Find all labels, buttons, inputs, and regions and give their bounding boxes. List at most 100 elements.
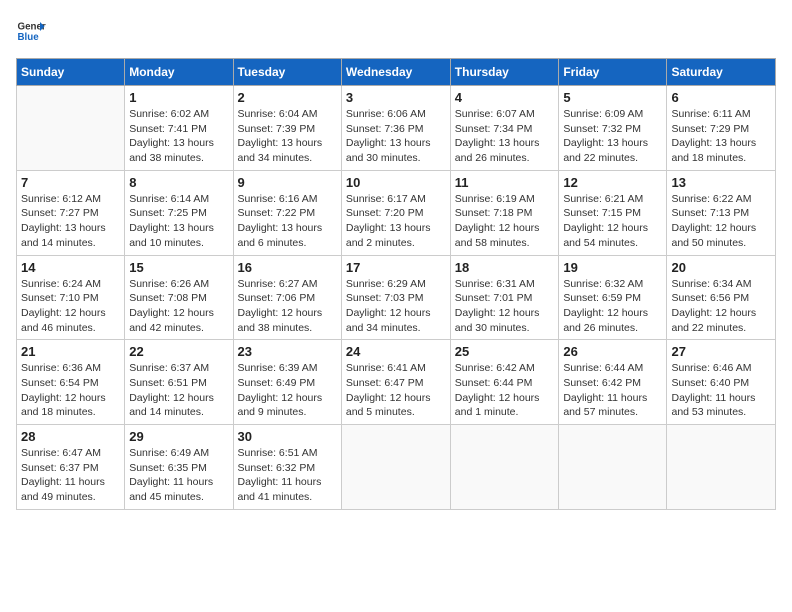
calendar-cell: 2 Sunrise: 6:04 AMSunset: 7:39 PMDaylight… <box>233 86 341 171</box>
calendar-cell: 22 Sunrise: 6:37 AMSunset: 6:51 PMDayligh… <box>125 340 233 425</box>
calendar-cell: 3 Sunrise: 6:06 AMSunset: 7:36 PMDaylight… <box>341 86 450 171</box>
calendar-cell <box>667 425 776 510</box>
calendar-cell: 11Sunrise: 6:19 AMSunset: 7:18 PMDayligh… <box>450 170 559 255</box>
day-number: 29 <box>129 429 228 444</box>
day-info: Sunrise: 6:17 AMSunset: 7:20 PMDaylight:… <box>346 192 446 251</box>
day-info: Sunrise: 6:07 AMSunset: 7:34 PMDaylight:… <box>455 107 555 166</box>
day-info: Sunrise: 6:26 AMSunset: 7:08 PMDaylight:… <box>129 277 228 336</box>
logo: General Blue <box>16 16 46 46</box>
day-number: 4 <box>455 90 555 105</box>
day-info: Sunrise: 6:36 AMSunset: 6:54 PMDaylight:… <box>21 361 120 420</box>
day-number: 14 <box>21 260 120 275</box>
day-number: 23 <box>238 344 337 359</box>
day-info: Sunrise: 6:37 AMSunset: 6:51 PMDaylight:… <box>129 361 228 420</box>
day-number: 13 <box>671 175 771 190</box>
calendar-day-header: Thursday <box>450 59 559 86</box>
day-info: Sunrise: 6:04 AMSunset: 7:39 PMDaylight:… <box>238 107 337 166</box>
day-number: 20 <box>671 260 771 275</box>
day-info: Sunrise: 6:22 AMSunset: 7:13 PMDaylight:… <box>671 192 771 251</box>
calendar-table: SundayMondayTuesdayWednesdayThursdayFrid… <box>16 58 776 510</box>
day-info: Sunrise: 6:29 AMSunset: 7:03 PMDaylight:… <box>346 277 446 336</box>
calendar-cell: 28 Sunrise: 6:47 AMSunset: 6:37 PMDayligh… <box>17 425 125 510</box>
calendar-day-header: Friday <box>559 59 667 86</box>
calendar-cell: 19 Sunrise: 6:32 AMSunset: 6:59 PMDayligh… <box>559 255 667 340</box>
day-number: 3 <box>346 90 446 105</box>
day-info: Sunrise: 6:39 AMSunset: 6:49 PMDaylight:… <box>238 361 337 420</box>
calendar-cell: 10 Sunrise: 6:17 AMSunset: 7:20 PMDayligh… <box>341 170 450 255</box>
day-info: Sunrise: 6:09 AMSunset: 7:32 PMDaylight:… <box>563 107 662 166</box>
calendar-cell: 5 Sunrise: 6:09 AMSunset: 7:32 PMDaylight… <box>559 86 667 171</box>
calendar-cell: 7 Sunrise: 6:12 AMSunset: 7:27 PMDaylight… <box>17 170 125 255</box>
day-info: Sunrise: 6:49 AMSunset: 6:35 PMDaylight:… <box>129 446 228 505</box>
calendar-cell: 9 Sunrise: 6:16 AMSunset: 7:22 PMDaylight… <box>233 170 341 255</box>
day-number: 17 <box>346 260 446 275</box>
day-number: 7 <box>21 175 120 190</box>
calendar-cell: 15 Sunrise: 6:26 AMSunset: 7:08 PMDayligh… <box>125 255 233 340</box>
calendar-cell: 4 Sunrise: 6:07 AMSunset: 7:34 PMDaylight… <box>450 86 559 171</box>
calendar-cell: 6 Sunrise: 6:11 AMSunset: 7:29 PMDaylight… <box>667 86 776 171</box>
calendar-cell <box>17 86 125 171</box>
day-info: Sunrise: 6:14 AMSunset: 7:25 PMDaylight:… <box>129 192 228 251</box>
day-number: 12 <box>563 175 662 190</box>
day-info: Sunrise: 6:16 AMSunset: 7:22 PMDaylight:… <box>238 192 337 251</box>
calendar-day-header: Tuesday <box>233 59 341 86</box>
day-info: Sunrise: 6:34 AMSunset: 6:56 PMDaylight:… <box>671 277 771 336</box>
calendar-cell: 13 Sunrise: 6:22 AMSunset: 7:13 PMDayligh… <box>667 170 776 255</box>
calendar-cell <box>450 425 559 510</box>
day-info: Sunrise: 6:24 AMSunset: 7:10 PMDaylight:… <box>21 277 120 336</box>
calendar-cell: 23 Sunrise: 6:39 AMSunset: 6:49 PMDayligh… <box>233 340 341 425</box>
day-info: Sunrise: 6:46 AMSunset: 6:40 PMDaylight:… <box>671 361 771 420</box>
day-info: Sunrise: 6:27 AMSunset: 7:06 PMDaylight:… <box>238 277 337 336</box>
day-info: Sunrise: 6:42 AMSunset: 6:44 PMDaylight:… <box>455 361 555 420</box>
calendar-cell: 30Sunrise: 6:51 AMSunset: 6:32 PMDayligh… <box>233 425 341 510</box>
day-info: Sunrise: 6:44 AMSunset: 6:42 PMDaylight:… <box>563 361 662 420</box>
calendar-day-header: Monday <box>125 59 233 86</box>
calendar-day-header: Sunday <box>17 59 125 86</box>
day-number: 26 <box>563 344 662 359</box>
day-info: Sunrise: 6:47 AMSunset: 6:37 PMDaylight:… <box>21 446 120 505</box>
day-info: Sunrise: 6:31 AMSunset: 7:01 PMDaylight:… <box>455 277 555 336</box>
day-info: Sunrise: 6:32 AMSunset: 6:59 PMDaylight:… <box>563 277 662 336</box>
day-number: 10 <box>346 175 446 190</box>
day-number: 11 <box>455 175 555 190</box>
calendar-cell: 20 Sunrise: 6:34 AMSunset: 6:56 PMDayligh… <box>667 255 776 340</box>
day-number: 21 <box>21 344 120 359</box>
svg-text:Blue: Blue <box>18 32 40 43</box>
day-number: 22 <box>129 344 228 359</box>
day-number: 28 <box>21 429 120 444</box>
calendar-cell: 29 Sunrise: 6:49 AMSunset: 6:35 PMDayligh… <box>125 425 233 510</box>
day-number: 6 <box>671 90 771 105</box>
calendar-cell: 8Sunrise: 6:14 AMSunset: 7:25 PMDaylight… <box>125 170 233 255</box>
calendar-cell <box>341 425 450 510</box>
day-info: Sunrise: 6:12 AMSunset: 7:27 PMDaylight:… <box>21 192 120 251</box>
day-number: 24 <box>346 344 446 359</box>
calendar-cell: 25 Sunrise: 6:42 AMSunset: 6:44 PMDayligh… <box>450 340 559 425</box>
calendar-day-header: Saturday <box>667 59 776 86</box>
day-info: Sunrise: 6:06 AMSunset: 7:36 PMDaylight:… <box>346 107 446 166</box>
calendar-cell: 21 Sunrise: 6:36 AMSunset: 6:54 PMDayligh… <box>17 340 125 425</box>
day-number: 25 <box>455 344 555 359</box>
calendar-cell <box>559 425 667 510</box>
day-number: 16 <box>238 260 337 275</box>
day-number: 19 <box>563 260 662 275</box>
calendar-cell: 14 Sunrise: 6:24 AMSunset: 7:10 PMDayligh… <box>17 255 125 340</box>
day-info: Sunrise: 6:02 AMSunset: 7:41 PMDaylight:… <box>129 107 228 166</box>
day-number: 18 <box>455 260 555 275</box>
day-number: 9 <box>238 175 337 190</box>
day-number: 30 <box>238 429 337 444</box>
day-number: 27 <box>671 344 771 359</box>
calendar-cell: 27 Sunrise: 6:46 AMSunset: 6:40 PMDayligh… <box>667 340 776 425</box>
calendar-cell: 1 Sunrise: 6:02 AMSunset: 7:41 PMDaylight… <box>125 86 233 171</box>
calendar-cell: 17 Sunrise: 6:29 AMSunset: 7:03 PMDayligh… <box>341 255 450 340</box>
day-number: 5 <box>563 90 662 105</box>
day-number: 15 <box>129 260 228 275</box>
day-number: 2 <box>238 90 337 105</box>
day-info: Sunrise: 6:21 AMSunset: 7:15 PMDaylight:… <box>563 192 662 251</box>
calendar-cell: 12 Sunrise: 6:21 AMSunset: 7:15 PMDayligh… <box>559 170 667 255</box>
day-info: Sunrise: 6:41 AMSunset: 6:47 PMDaylight:… <box>346 361 446 420</box>
day-number: 1 <box>129 90 228 105</box>
calendar-cell: 26 Sunrise: 6:44 AMSunset: 6:42 PMDayligh… <box>559 340 667 425</box>
calendar-cell: 18 Sunrise: 6:31 AMSunset: 7:01 PMDayligh… <box>450 255 559 340</box>
calendar-cell: 16 Sunrise: 6:27 AMSunset: 7:06 PMDayligh… <box>233 255 341 340</box>
day-info: Sunrise: 6:11 AMSunset: 7:29 PMDaylight:… <box>671 107 771 166</box>
